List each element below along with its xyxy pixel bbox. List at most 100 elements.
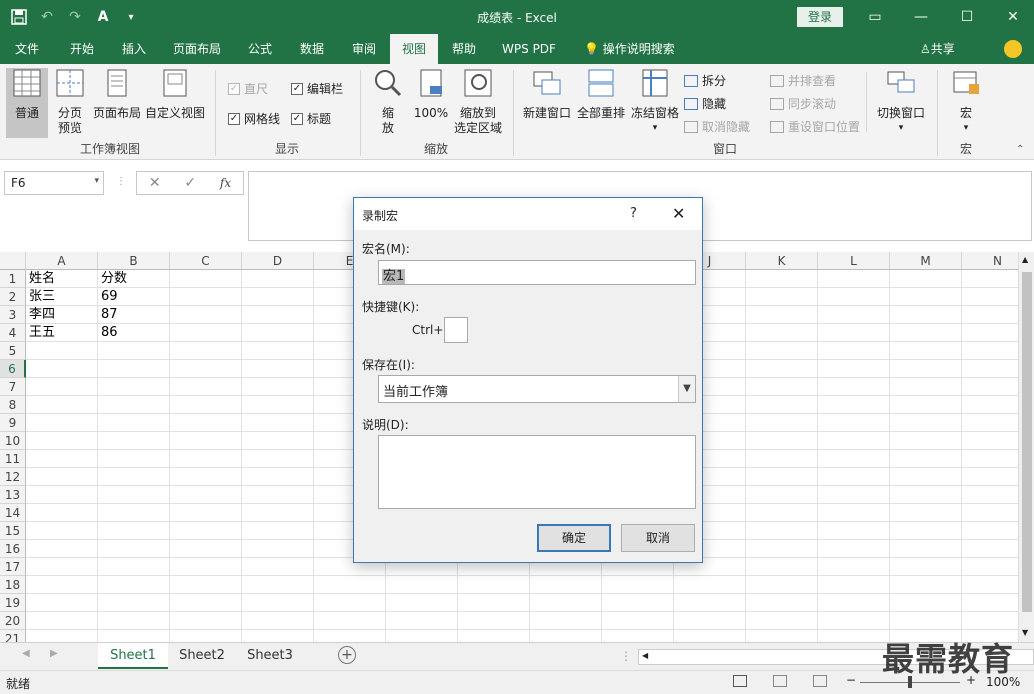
scrollbar-thumb[interactable] bbox=[1022, 272, 1032, 612]
unhide-button[interactable]: 取消隐藏 bbox=[684, 118, 750, 135]
column-header-m[interactable]: M bbox=[890, 252, 962, 270]
macros-button[interactable]: 宏 ▾ bbox=[946, 68, 986, 136]
row-header-6[interactable]: 6 bbox=[0, 360, 26, 378]
smiley-feedback-icon[interactable] bbox=[1004, 40, 1022, 58]
cell-a3[interactable]: 李四 bbox=[26, 306, 55, 324]
row-header-16[interactable]: 16 bbox=[0, 540, 26, 558]
close-icon[interactable]: ✕ bbox=[672, 204, 685, 223]
scroll-left-icon[interactable]: ◀ bbox=[642, 651, 648, 660]
sheet-tab-sheet2[interactable]: Sheet2 bbox=[168, 643, 236, 669]
zoom-to-selection-button[interactable]: 缩放到 选定区域 bbox=[452, 68, 504, 136]
tab-insert[interactable]: 插入 bbox=[110, 34, 158, 64]
tab-review[interactable]: 审阅 bbox=[340, 34, 388, 64]
view-side-by-side-button[interactable]: 并排查看 bbox=[770, 72, 836, 89]
formula-bar-checkbox[interactable]: ✓ 编辑栏 bbox=[291, 80, 343, 97]
page-break-status-icon[interactable] bbox=[813, 675, 827, 687]
ok-button[interactable]: 确定 bbox=[537, 524, 611, 552]
share-button[interactable]: ♙共享 bbox=[920, 34, 955, 64]
zoom-button[interactable]: 缩 放 bbox=[368, 68, 408, 136]
sheet-tab-sheet3[interactable]: Sheet3 bbox=[236, 643, 304, 669]
cell-b3[interactable]: 87 bbox=[98, 306, 118, 324]
scroll-down-icon[interactable]: ▼ bbox=[1022, 628, 1028, 637]
scroll-up-icon[interactable]: ▲ bbox=[1022, 255, 1028, 264]
dialog-title-bar[interactable]: 录制宏 ? ✕ bbox=[354, 198, 702, 230]
tab-data[interactable]: 数据 bbox=[288, 34, 336, 64]
reset-window-position-button[interactable]: 重设窗口位置 bbox=[770, 118, 860, 135]
close-icon[interactable]: ✕ bbox=[990, 0, 1034, 34]
sheet-tab-sheet1[interactable]: Sheet1 bbox=[98, 643, 168, 669]
row-header-1[interactable]: 1 bbox=[0, 270, 26, 288]
tab-page-layout[interactable]: 页面布局 bbox=[166, 34, 228, 64]
tab-wps-pdf[interactable]: WPS PDF bbox=[494, 34, 564, 64]
name-box[interactable]: F6 ▾ bbox=[4, 171, 104, 195]
cell-a4[interactable]: 王五 bbox=[26, 324, 55, 342]
cell-b1[interactable]: 分数 bbox=[98, 270, 127, 288]
store-in-select[interactable]: 当前工作簿 ▼ bbox=[378, 375, 696, 403]
login-button[interactable]: 登录 bbox=[797, 7, 843, 27]
column-header-n[interactable]: N bbox=[962, 252, 1018, 270]
cell-b4[interactable]: 86 bbox=[98, 324, 118, 342]
tab-help[interactable]: 帮助 bbox=[442, 34, 486, 64]
shortcut-key-input[interactable] bbox=[444, 317, 468, 343]
hide-button[interactable]: 隐藏 bbox=[684, 95, 726, 112]
cell-b2[interactable]: 69 bbox=[98, 288, 118, 306]
gridlines-checkbox[interactable]: ✓ 网格线 bbox=[228, 110, 280, 127]
zoom-out-icon[interactable]: − bbox=[846, 673, 856, 687]
headings-checkbox[interactable]: ✓ 标题 bbox=[291, 110, 331, 127]
add-sheet-icon[interactable]: + bbox=[338, 646, 356, 664]
arrange-all-button[interactable]: 全部重排 bbox=[574, 68, 628, 121]
tab-home[interactable]: 开始 bbox=[58, 34, 106, 64]
cancel-button[interactable]: 取消 bbox=[621, 524, 695, 552]
row-header-21[interactable]: 21 bbox=[0, 630, 26, 642]
column-header-a[interactable]: A bbox=[26, 252, 98, 270]
collapse-ribbon-icon[interactable]: ⌃ bbox=[1016, 144, 1024, 155]
ruler-checkbox[interactable]: ✓ 直尺 bbox=[228, 80, 268, 97]
help-icon[interactable]: ? bbox=[630, 206, 637, 221]
row-header-19[interactable]: 19 bbox=[0, 594, 26, 612]
insert-function-icon[interactable]: fx bbox=[220, 176, 231, 190]
freeze-panes-button[interactable]: 冻结窗格 ▾ bbox=[628, 68, 682, 136]
page-break-preview-button[interactable]: 分页 预览 bbox=[50, 68, 90, 136]
next-sheet-icon[interactable]: ▶ bbox=[50, 648, 58, 659]
row-header-14[interactable]: 14 bbox=[0, 504, 26, 522]
normal-view-button[interactable]: 普通 bbox=[6, 68, 48, 138]
row-header-17[interactable]: 17 bbox=[0, 558, 26, 576]
zoom-100-button[interactable]: 100% bbox=[410, 68, 452, 121]
select-all-corner[interactable] bbox=[0, 252, 26, 270]
description-textarea[interactable] bbox=[378, 435, 696, 509]
split-button[interactable]: 拆分 bbox=[684, 72, 726, 89]
macro-name-input[interactable]: 宏1 bbox=[378, 260, 696, 285]
row-header-15[interactable]: 15 bbox=[0, 522, 26, 540]
new-window-button[interactable]: 新建窗口 bbox=[520, 68, 574, 121]
cell-a2[interactable]: 张三 bbox=[26, 288, 55, 306]
row-header-12[interactable]: 12 bbox=[0, 468, 26, 486]
row-header-9[interactable]: 9 bbox=[0, 414, 26, 432]
row-header-5[interactable]: 5 bbox=[0, 342, 26, 360]
column-header-l[interactable]: L bbox=[818, 252, 890, 270]
row-header-13[interactable]: 13 bbox=[0, 486, 26, 504]
row-header-10[interactable]: 10 bbox=[0, 432, 26, 450]
page-layout-view-button[interactable]: 页面布局 bbox=[92, 68, 142, 121]
tab-formulas[interactable]: 公式 bbox=[236, 34, 284, 64]
row-header-3[interactable]: 3 bbox=[0, 306, 26, 324]
vertical-scrollbar[interactable]: ▲ ▼ bbox=[1018, 252, 1034, 642]
column-header-b[interactable]: B bbox=[98, 252, 170, 270]
custom-view-button[interactable]: 自定义视图 bbox=[144, 68, 206, 121]
page-layout-status-icon[interactable] bbox=[773, 675, 787, 687]
column-header-k[interactable]: K bbox=[746, 252, 818, 270]
row-header-20[interactable]: 20 bbox=[0, 612, 26, 630]
column-header-c[interactable]: C bbox=[170, 252, 242, 270]
drag-handle-icon[interactable]: ⋮ bbox=[116, 176, 126, 187]
sync-scroll-button[interactable]: 同步滚动 bbox=[770, 95, 836, 112]
tell-me-search[interactable]: 💡 操作说明搜索 bbox=[580, 34, 690, 64]
row-header-7[interactable]: 7 bbox=[0, 378, 26, 396]
prev-sheet-icon[interactable]: ◀ bbox=[22, 648, 30, 659]
minimize-icon[interactable]: — bbox=[898, 0, 944, 34]
maximize-icon[interactable]: ☐ bbox=[944, 0, 990, 34]
tab-split-handle-icon[interactable]: ⋮ bbox=[620, 649, 632, 663]
cell-a1[interactable]: 姓名 bbox=[26, 270, 55, 288]
enter-formula-icon[interactable]: ✓ bbox=[184, 175, 196, 191]
column-header-d[interactable]: D bbox=[242, 252, 314, 270]
ribbon-display-icon[interactable]: ▭ bbox=[852, 0, 898, 34]
tab-file[interactable]: 文件 bbox=[4, 34, 50, 64]
